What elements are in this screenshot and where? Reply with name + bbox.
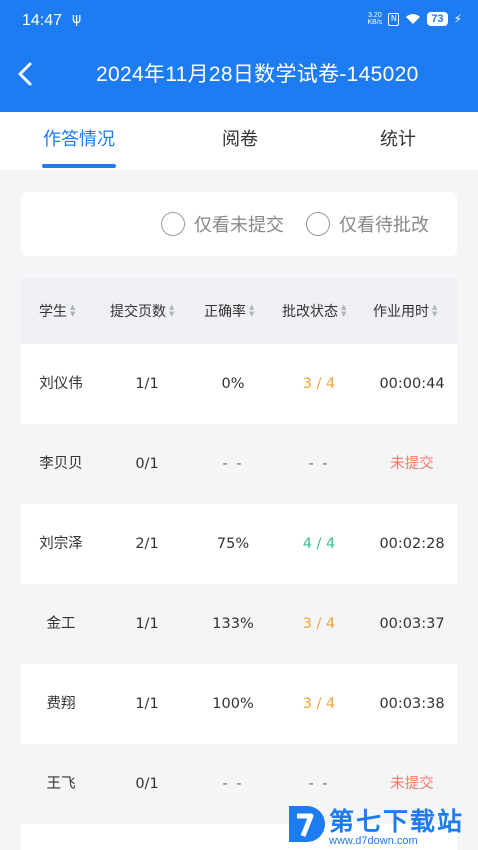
nfc-icon: N xyxy=(388,12,400,26)
cell-review-status: 4 / 4 xyxy=(302,536,336,552)
cell-review-status: - - xyxy=(308,456,330,472)
status-icons: 3.20 KB/s N 73 ⚡ xyxy=(368,12,462,26)
header-accuracy-label: 正确率 xyxy=(204,304,246,320)
cell-duration: 00:02:28 xyxy=(379,536,445,552)
cell-student: 刘仪伟 xyxy=(39,376,83,392)
tab-statistics[interactable]: 统计 xyxy=(358,112,438,170)
battery-icon: 73 xyxy=(427,12,448,26)
header-duration[interactable]: 作业用时 ▲ ▼ xyxy=(373,301,437,321)
table-row[interactable]: 费翔 1/1 100% 3 / 4 00:03:38 xyxy=(21,664,457,744)
network-speed-unit: KB/s xyxy=(367,19,383,26)
cell-duration: 00:03:38 xyxy=(379,696,445,712)
cell-pages: 1/1 xyxy=(135,616,159,632)
cell-pages: 1/1 xyxy=(135,696,159,712)
wifi-icon xyxy=(406,14,421,24)
cell-student: 李贝贝 xyxy=(39,456,83,472)
filter-panel: 仅看未提交 仅看待批改 xyxy=(21,192,457,256)
back-button[interactable] xyxy=(12,58,42,90)
header-duration-label: 作业用时 xyxy=(373,304,429,320)
cell-student: 王飞 xyxy=(46,776,76,792)
table-row[interactable]: 金工 1/1 133% 3 / 4 00:03:37 xyxy=(21,584,457,664)
filter-not-submitted[interactable]: 仅看未提交 xyxy=(161,211,284,237)
cell-student: 费翔 xyxy=(46,696,76,712)
sort-icon: ▲ ▼ xyxy=(341,303,347,318)
cell-review-status: 3 / 4 xyxy=(302,376,336,392)
cell-review-status: 3 / 4 xyxy=(302,696,336,712)
tab-grading[interactable]: 阅卷 xyxy=(200,112,280,170)
filter-pending-review-label: 仅看待批改 xyxy=(339,215,429,236)
status-time: 14:47 xyxy=(22,12,63,29)
cell-accuracy: 0% xyxy=(221,376,245,392)
cell-pages: 0/1 xyxy=(135,776,159,792)
app-bar: 14:47 ψ 3.20 KB/s N 73 ⚡ 2024年11月28日数学试卷… xyxy=(0,0,478,112)
cell-student: 刘宗泽 xyxy=(39,536,83,552)
table-header: 学生 ▲ ▼ 提交页数 ▲ ▼ 正确率 ▲ ▼ 批改状态 ▲ ▼ 作业用时 ▲ ▼ xyxy=(21,278,457,344)
cell-accuracy: - - xyxy=(222,456,244,472)
watermark: 第七下载站 www.d7down.com xyxy=(283,800,478,850)
filter-not-submitted-label: 仅看未提交 xyxy=(194,215,284,236)
cell-pages: 1/1 xyxy=(135,376,159,392)
sort-icon: ▲ ▼ xyxy=(70,303,76,318)
watermark-url: www.d7down.com xyxy=(329,835,418,847)
filter-pending-review[interactable]: 仅看待批改 xyxy=(306,211,429,237)
table-row[interactable]: 李贝贝 0/1 - - - - 未提交 xyxy=(21,424,457,504)
radio-circle-icon xyxy=(161,212,185,236)
cell-review-status: 3 / 4 xyxy=(302,616,336,632)
watermark-name: 第七下载站 xyxy=(329,807,465,836)
cell-pages: 0/1 xyxy=(135,456,159,472)
cell-accuracy: 75% xyxy=(216,536,250,552)
header-student[interactable]: 学生 ▲ ▼ xyxy=(39,301,75,321)
tab-bar: 作答情况 阅卷 统计 xyxy=(0,112,478,170)
cell-duration: 00:00:44 xyxy=(379,376,445,392)
cell-accuracy: 100% xyxy=(212,696,254,712)
d7down-logo-icon xyxy=(289,806,325,842)
cell-duration: 00:03:37 xyxy=(379,616,445,632)
header-pages[interactable]: 提交页数 ▲ ▼ xyxy=(110,301,174,321)
sort-icon: ▲ ▼ xyxy=(249,303,255,318)
header-student-label: 学生 xyxy=(39,304,67,320)
chevron-left-icon xyxy=(18,62,32,86)
usb-icon: ψ xyxy=(72,11,82,27)
active-tab-indicator xyxy=(42,164,116,168)
cell-duration: 未提交 xyxy=(390,456,434,472)
page-title: 2024年11月28日数学试卷-145020 xyxy=(96,63,419,86)
sort-icon: ▲ ▼ xyxy=(432,303,438,318)
student-table: 学生 ▲ ▼ 提交页数 ▲ ▼ 正确率 ▲ ▼ 批改状态 ▲ ▼ 作业用时 ▲ ▼ 刘仪伟… xyxy=(21,278,457,850)
charging-icon: ⚡ xyxy=(453,12,462,26)
header-review-status[interactable]: 批改状态 ▲ ▼ xyxy=(282,301,346,321)
header-review-status-label: 批改状态 xyxy=(282,304,338,320)
sort-icon: ▲ ▼ xyxy=(169,303,175,318)
network-speed: 3.20 KB/s xyxy=(368,12,383,26)
cell-accuracy: - - xyxy=(222,776,244,792)
cell-accuracy: 133% xyxy=(212,616,254,632)
radio-circle-icon xyxy=(306,212,330,236)
table-row[interactable]: 刘宗泽 2/1 75% 4 / 4 00:02:28 xyxy=(21,504,457,584)
table-row[interactable]: 刘仪伟 1/1 0% 3 / 4 00:00:44 xyxy=(21,344,457,424)
status-bar: 14:47 ψ 3.20 KB/s N 73 ⚡ xyxy=(0,0,478,44)
header-pages-label: 提交页数 xyxy=(110,304,166,320)
cell-student: 金工 xyxy=(46,616,76,632)
network-speed-value: 3.20 xyxy=(368,12,382,19)
tab-answers[interactable]: 作答情况 xyxy=(30,112,128,170)
header-accuracy[interactable]: 正确率 ▲ ▼ xyxy=(204,301,254,321)
cell-pages: 2/1 xyxy=(135,536,159,552)
